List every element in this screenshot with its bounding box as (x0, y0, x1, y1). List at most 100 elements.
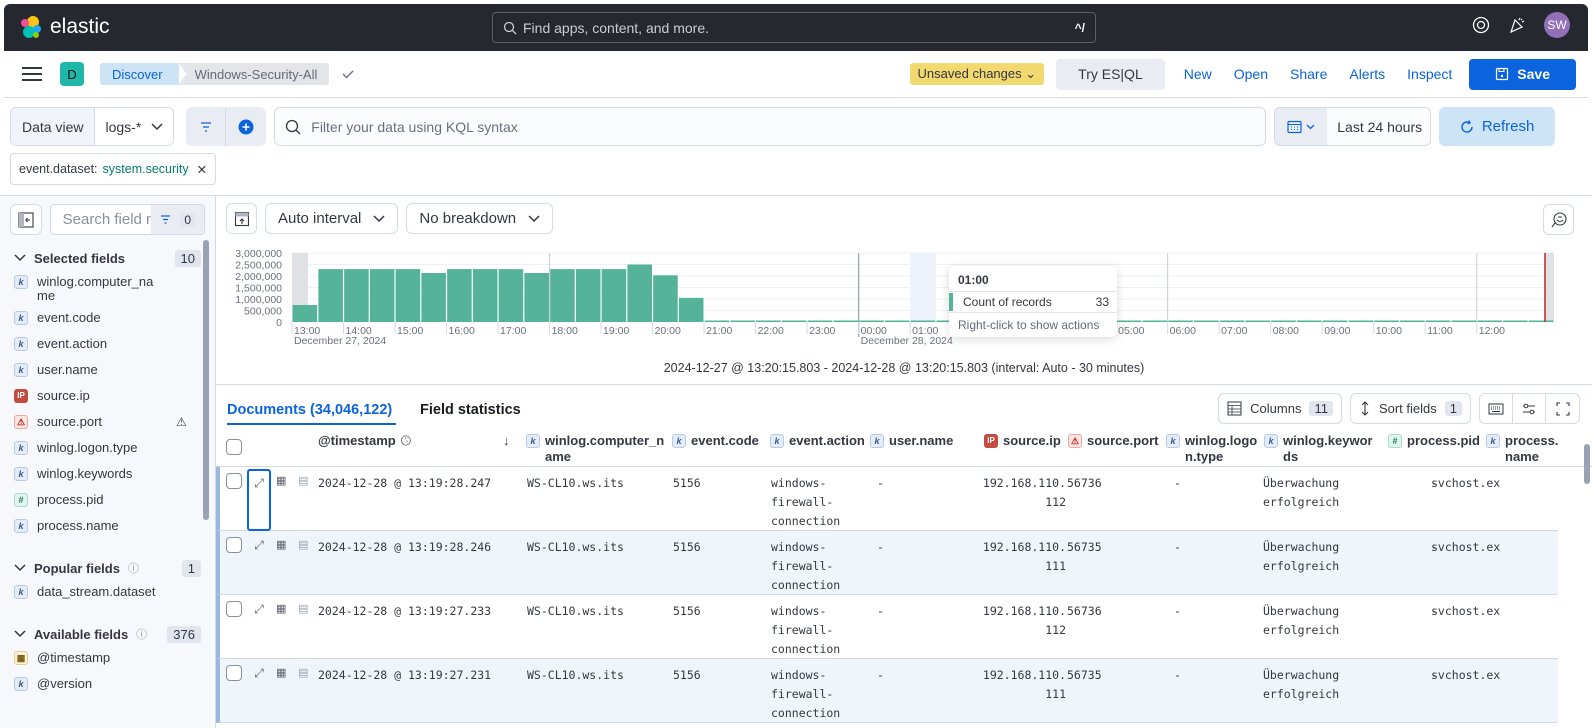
row-actions-icon[interactable]: ▦ (276, 666, 286, 679)
document-icon[interactable]: ▤ (298, 602, 308, 615)
histogram-bar[interactable] (859, 320, 884, 323)
info-icon[interactable]: ⓘ (128, 560, 139, 576)
share-link[interactable]: Share (1279, 66, 1338, 82)
alerts-link[interactable]: Alerts (1338, 66, 1396, 82)
tab-documents[interactable]: Documents (34,046,122) (227, 402, 397, 425)
histogram-bar[interactable] (1425, 320, 1451, 323)
histogram-bar[interactable] (550, 269, 575, 322)
document-icon[interactable]: ▤ (298, 666, 308, 679)
help-lifebuoy-icon[interactable] (1472, 16, 1490, 34)
field-item[interactable]: k winlog.logon.type (0, 437, 215, 463)
table-row[interactable]: ⤢ ▦ ▤ 2024-12-28 @ 13:19:28.246 WS-CL10.ws.i… (216, 531, 1558, 595)
close-icon[interactable]: ✕ (197, 162, 207, 177)
histogram-bar[interactable] (833, 320, 859, 323)
keyboard-shortcuts-button[interactable] (1480, 394, 1513, 423)
field-item[interactable]: k winlog.keywords (0, 463, 215, 489)
field-item[interactable]: ⚠ source.port ⚠ (0, 411, 215, 437)
column-header[interactable]: k process.name (1486, 433, 1566, 465)
quick-select-button[interactable] (1275, 108, 1328, 145)
ai-assistant-button[interactable] (1543, 204, 1574, 235)
try-esql-button[interactable]: Try ES|QL (1056, 58, 1165, 90)
histogram-bar[interactable] (1194, 320, 1219, 323)
display-settings-button[interactable] (1513, 394, 1546, 423)
histogram-bar[interactable] (395, 269, 421, 322)
time-range-label[interactable]: Last 24 hours (1327, 108, 1431, 145)
histogram-bar[interactable] (1245, 320, 1271, 323)
column-header[interactable]: k event.action (770, 433, 865, 449)
table-row[interactable]: ⤢ ▦ ▤ 2024-12-28 @ 13:19:27.231 WS-CL10.ws.i… (216, 659, 1558, 723)
select-all-checkbox[interactable] (226, 439, 242, 455)
table-row[interactable]: ⤢ ▦ ▤ 2024-12-28 @ 13:19:28.247 WS-CL10.ws.i… (216, 467, 1558, 531)
histogram-bar[interactable] (807, 320, 833, 323)
popular-fields-section-header[interactable]: Popular fields ⓘ 1 (0, 555, 215, 581)
tab-field-statistics[interactable]: Field statistics (420, 402, 521, 423)
row-checkbox[interactable] (226, 537, 242, 553)
histogram-bar[interactable] (1451, 320, 1477, 323)
interval-select[interactable]: Auto interval (265, 203, 399, 234)
kql-search-input[interactable]: Filter your data using KQL syntax (274, 107, 1267, 146)
row-actions-icon[interactable]: ▦ (276, 602, 286, 615)
column-header[interactable]: k winlog.computer_name (526, 433, 666, 465)
breakdown-select[interactable]: No breakdown (406, 203, 554, 234)
column-header[interactable]: k event.code (672, 433, 762, 449)
histogram-bar[interactable] (524, 273, 549, 322)
toggle-chart-button[interactable] (226, 203, 257, 234)
histogram-bar[interactable] (1297, 320, 1322, 323)
histogram-bar[interactable] (884, 320, 910, 323)
inspect-link[interactable]: Inspect (1396, 66, 1463, 82)
histogram-bar[interactable] (1374, 320, 1399, 323)
histogram-bar[interactable] (369, 269, 395, 322)
time-picker[interactable]: Last 24 hours (1274, 107, 1432, 146)
document-icon[interactable]: ▤ (298, 474, 308, 487)
row-checkbox[interactable] (226, 665, 242, 681)
histogram-bar[interactable] (756, 320, 781, 323)
histogram-bar[interactable] (678, 297, 704, 322)
elastic-logo[interactable]: elastic (18, 14, 110, 40)
histogram-bar[interactable] (472, 269, 498, 322)
grid-scrollbar[interactable] (1584, 444, 1590, 484)
row-checkbox[interactable] (226, 601, 242, 617)
field-item[interactable]: k @version (0, 673, 215, 699)
filter-pill[interactable]: event.dataset: system.security ✕ (10, 153, 217, 185)
collapse-sidebar-button[interactable] (10, 204, 42, 235)
histogram-bar[interactable] (1168, 320, 1193, 323)
data-view-picker[interactable]: Data view logs-* (10, 107, 175, 146)
expand-row-icon[interactable]: ⤢ (247, 469, 271, 531)
column-header[interactable]: # process.pid (1388, 433, 1483, 449)
histogram-bar[interactable] (1348, 320, 1374, 323)
field-search[interactable]: Search field names 0 (49, 204, 205, 235)
histogram-bar[interactable] (318, 269, 343, 322)
field-item[interactable]: k user.name (0, 359, 215, 385)
available-fields-section-header[interactable]: Available fields ⓘ 376 (0, 621, 215, 647)
histogram-chart[interactable]: 3,000,0002,500,0002,000,0001,500,0001,00… (216, 241, 1592, 361)
column-header[interactable]: k user.name (870, 433, 970, 449)
histogram-bar[interactable] (910, 320, 936, 323)
new-link[interactable]: New (1173, 66, 1223, 82)
sidebar-scrollbar[interactable] (203, 240, 209, 520)
add-filter-button[interactable] (226, 107, 266, 146)
sort-descending-icon[interactable]: ↓ (503, 433, 510, 449)
row-actions-icon[interactable]: ▦ (276, 538, 286, 551)
column-header[interactable]: k winlog.logon.type (1166, 433, 1261, 465)
histogram-bar[interactable] (1503, 320, 1528, 323)
histogram-bar[interactable] (653, 275, 678, 322)
histogram-bar[interactable] (1142, 320, 1168, 323)
field-item[interactable]: # process.pid (0, 489, 215, 515)
expand-row-icon[interactable]: ⤢ (247, 533, 271, 595)
column-header[interactable]: @timestamp 🕓︎ ↓ (318, 433, 518, 449)
row-actions-icon[interactable]: ▦ (276, 474, 286, 487)
news-feed-icon[interactable] (1508, 16, 1526, 34)
histogram-bar[interactable] (447, 269, 472, 322)
histogram-bar[interactable] (344, 269, 369, 322)
field-item[interactable]: IP source.ip (0, 385, 215, 411)
field-search-input[interactable]: Search field names (51, 205, 151, 234)
field-item[interactable]: k winlog.computer_name (0, 271, 215, 307)
refresh-button[interactable]: Refresh (1439, 107, 1556, 146)
histogram-bar[interactable] (1322, 320, 1348, 323)
save-button[interactable]: Save (1469, 58, 1576, 90)
user-avatar[interactable]: SW (1544, 12, 1570, 38)
histogram-bar[interactable] (601, 269, 627, 322)
histogram-bar[interactable] (781, 320, 807, 323)
menu-toggle-icon[interactable] (22, 67, 42, 81)
field-item[interactable]: k data_stream.dataset (0, 581, 215, 607)
